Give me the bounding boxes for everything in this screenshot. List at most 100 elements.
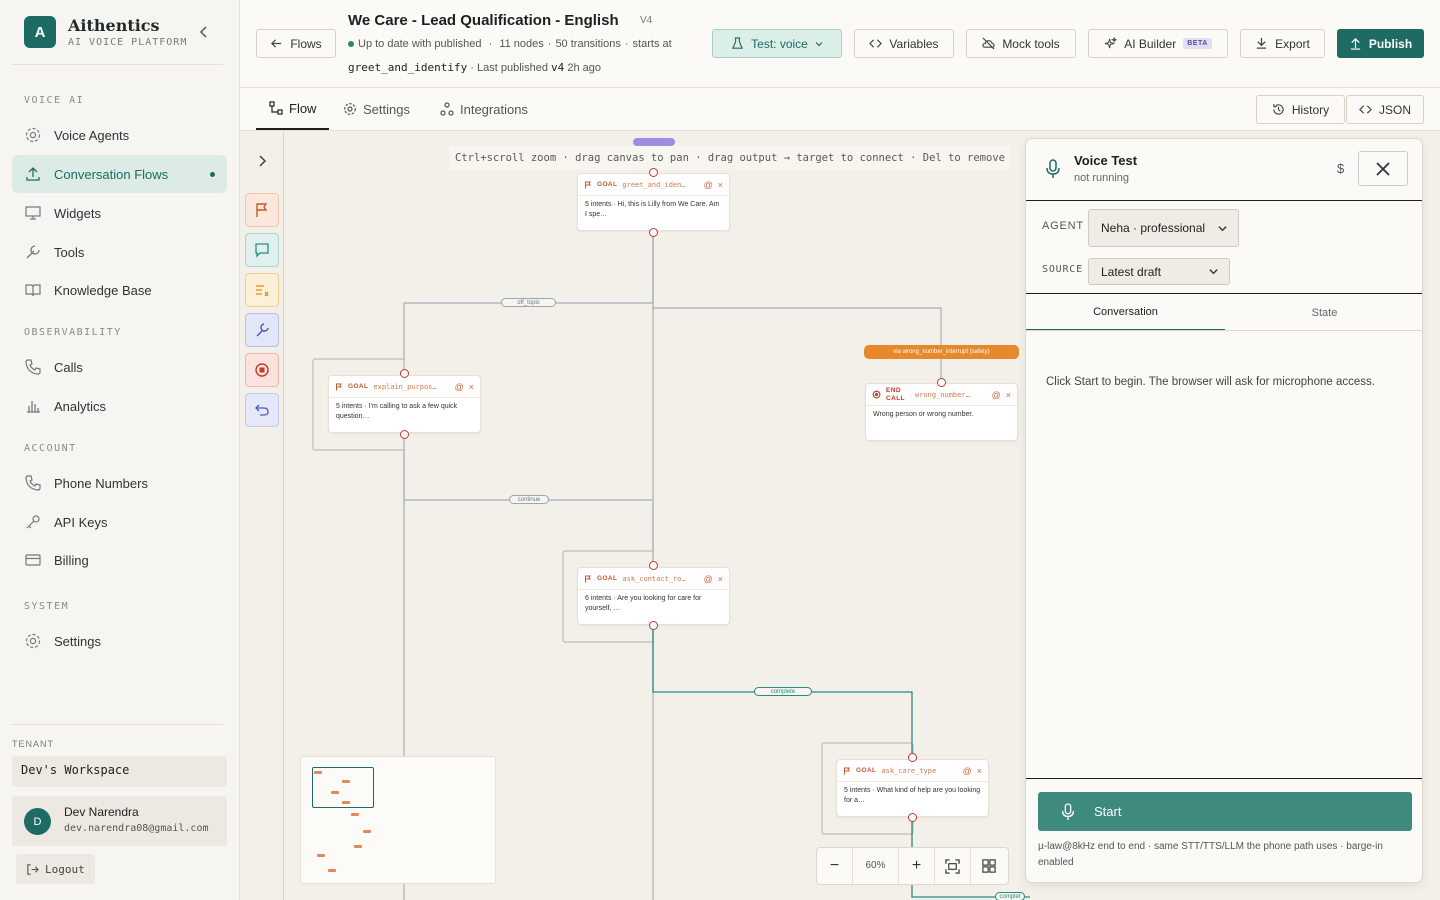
node-input-port[interactable] — [908, 753, 917, 762]
flow-node-greet[interactable]: GOAL greet_and_iden… @ × 5 intents · Hi,… — [577, 173, 730, 231]
close-icon[interactable]: × — [718, 574, 723, 584]
flow-node-explain-purpose[interactable]: GOAL explain_purpos… @ × 5 intents · I'm… — [328, 375, 481, 433]
sidebar-item-phone-numbers[interactable]: Phone Numbers — [12, 464, 227, 502]
node-count: 11 nodes — [499, 38, 544, 50]
auto-layout-button[interactable] — [971, 848, 1007, 884]
agent-select[interactable]: Neha · professional — [1088, 209, 1239, 247]
node-output-port[interactable] — [649, 228, 658, 237]
sidebar-item-calls[interactable]: Calls — [12, 348, 227, 386]
at-icon[interactable]: @ — [704, 574, 713, 584]
sidebar: A Aithentics AI VOICE PLATFORM VOICE AI … — [0, 0, 240, 900]
node-input-port[interactable] — [649, 168, 658, 177]
node-input-port[interactable] — [400, 369, 409, 378]
variables-button[interactable]: Variables — [854, 29, 954, 58]
edge-label[interactable]: off_topic — [501, 298, 556, 307]
tab-flow[interactable]: Flow — [256, 88, 330, 130]
sidebar-item-billing[interactable]: Billing — [12, 541, 227, 579]
edge-label[interactable]: complet — [995, 892, 1025, 900]
logout-button[interactable]: Logout — [16, 854, 95, 884]
sidebar-item-label: Settings — [54, 633, 101, 649]
safety-edge-label[interactable]: via wrong_number_interrupt (safety) — [864, 345, 1019, 359]
sidebar-item-knowledge-base[interactable]: Knowledge Base — [12, 271, 227, 309]
fit-view-button[interactable] — [935, 848, 971, 884]
avatar: D — [24, 808, 51, 835]
export-button[interactable]: Export — [1240, 29, 1325, 58]
sidebar-item-conversation-flows[interactable]: Conversation Flows — [12, 155, 227, 193]
node-output-port[interactable] — [649, 621, 658, 630]
at-icon[interactable]: @ — [704, 180, 713, 190]
close-icon[interactable]: × — [977, 766, 982, 776]
at-icon[interactable]: @ — [963, 766, 972, 776]
node-header: GOAL ask_contact_ro… @ × — [578, 568, 729, 590]
section-label: OBSERVABILITY — [24, 327, 122, 338]
minimap[interactable] — [300, 756, 496, 884]
close-icon[interactable]: × — [1006, 390, 1011, 400]
node-body: 6 intents · Are you looking for care for… — [585, 595, 702, 612]
zoom-in-button[interactable]: + — [899, 848, 935, 884]
close-icon[interactable]: × — [469, 382, 474, 392]
last-published-version: v4 — [551, 61, 565, 74]
tab-conversation[interactable]: Conversation — [1026, 294, 1225, 331]
gear-icon — [25, 633, 41, 649]
separator: · — [624, 38, 629, 50]
node-kind: GOAL — [348, 383, 369, 390]
tenant-selector[interactable]: Dev's Workspace — [12, 756, 227, 787]
user-card[interactable]: D Dev Narendra dev.narendra08@gmail.com — [12, 796, 227, 846]
start-button[interactable]: Start — [1038, 792, 1412, 831]
close-icon[interactable]: × — [718, 180, 723, 190]
sidebar-item-settings[interactable]: Settings — [12, 622, 227, 660]
node-output-port[interactable] — [908, 813, 917, 822]
json-button[interactable]: JSON — [1346, 95, 1424, 124]
edge-label[interactable]: continue — [509, 495, 549, 504]
sidebar-item-tools[interactable]: Tools — [12, 233, 227, 271]
sidebar-item-voice-agents[interactable]: Voice Agents — [12, 116, 227, 154]
wrench-icon — [26, 245, 40, 259]
flow-header: Flows We Care - Lead Qualification - Eng… — [240, 0, 1440, 88]
empty-state-message: Click Start to begin. The browser will a… — [1046, 376, 1375, 388]
flow-node-ask-care-type[interactable]: GOAL ask_care_type @ × 5 intents · What … — [836, 759, 989, 817]
node-input-port[interactable] — [649, 561, 658, 570]
edge-label[interactable]: complete — [754, 687, 812, 696]
tab-integrations[interactable]: Integrations — [440, 88, 528, 130]
sidebar-item-label: Knowledge Base — [54, 282, 152, 298]
sidebar-item-analytics[interactable]: Analytics — [12, 387, 227, 425]
back-to-flows-button[interactable]: Flows — [256, 29, 336, 58]
at-icon[interactable]: @ — [992, 390, 1001, 400]
mock-tools-button[interactable]: Mock tools — [966, 29, 1076, 58]
tab-settings[interactable]: Settings — [343, 88, 410, 130]
cost-indicator[interactable]: $ — [1337, 161, 1344, 176]
collapse-sidebar-icon[interactable] — [196, 24, 212, 40]
sidebar-item-api-keys[interactable]: API Keys — [12, 503, 227, 541]
history-label: History — [1291, 102, 1330, 117]
test-mode-dropdown[interactable]: Test: voice — [712, 29, 842, 58]
history-button[interactable]: History — [1256, 95, 1345, 124]
bar-chart-icon — [27, 401, 40, 413]
voice-test-panel: Voice Test not running $ AGENT Neha · pr… — [1025, 138, 1423, 883]
key-icon — [26, 515, 40, 529]
tab-label: Settings — [363, 101, 410, 117]
flow-meta-2: greet_and_identify · Last published v4 2… — [348, 61, 601, 74]
source-select[interactable]: Latest draft — [1088, 258, 1230, 285]
flow-node-wrong-number[interactable]: END CALL wrong_number… @ × Wrong person … — [865, 383, 1018, 441]
at-icon[interactable]: @ — [455, 382, 464, 392]
tenant-label: TENANT — [12, 739, 54, 749]
node-input-port[interactable] — [937, 378, 946, 387]
node-output-port[interactable] — [400, 430, 409, 439]
code-icon — [1359, 105, 1372, 114]
flow-node-ask-contact-role[interactable]: GOAL ask_contact_ro… @ × 6 intents · Are… — [577, 567, 730, 625]
upload-icon — [1350, 38, 1360, 50]
tab-state[interactable]: State — [1225, 294, 1424, 331]
minimap-node — [354, 845, 362, 848]
sidebar-item-widgets[interactable]: Widgets — [12, 194, 227, 232]
ai-builder-button[interactable]: AI Builder BETA — [1088, 29, 1228, 58]
beta-badge: BETA — [1183, 38, 1212, 49]
close-panel-button[interactable] — [1358, 151, 1408, 186]
flow-icon — [269, 101, 283, 115]
publish-button[interactable]: Publish — [1337, 29, 1424, 58]
stop-circle-icon — [872, 390, 881, 399]
zoom-out-button[interactable]: − — [817, 848, 853, 884]
agent-value: Neha · professional — [1101, 221, 1206, 235]
phone-icon — [25, 475, 41, 491]
ai-builder-label: AI Builder — [1124, 36, 1177, 51]
brand[interactable]: A Aithentics AI VOICE PLATFORM — [24, 16, 187, 48]
